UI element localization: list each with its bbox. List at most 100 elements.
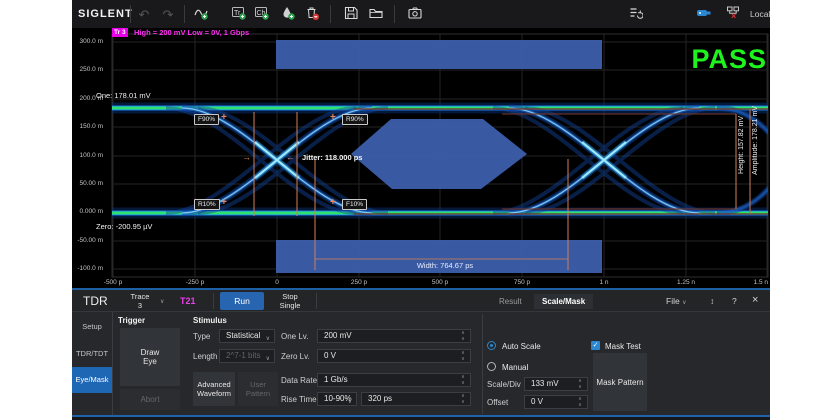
mask-test-checkbox[interactable]: ✓ [591,341,600,350]
advanced-line1: Advanced [193,380,235,389]
save-button[interactable] [343,6,359,22]
amplitude-measurement: Amplitude: 178.21 mV [752,106,761,175]
mask-pattern-button[interactable]: Mask Pattern [593,353,647,411]
one-level-label: One: 178.01 mV [96,91,151,100]
stop-line2: Single [270,301,310,310]
stepper-arrows[interactable]: ∧∨ [459,330,467,342]
data-rate-label: Data Rate [281,376,317,385]
usb-device-button[interactable] [696,6,712,22]
stepper-arrows[interactable]: ∧∨ [576,396,584,408]
auto-scale-radio[interactable] [487,341,496,350]
r90-cross-marker: + [330,113,336,123]
svg-text:×: × [731,11,736,20]
stop-single-button[interactable]: Stop Single [270,292,310,310]
trace-selector-dropdown[interactable]: Trace 3 [122,292,158,310]
undo-button[interactable]: ↶ [136,6,152,22]
x-tick-label: -250 p [175,279,215,286]
panel-header-bar: TDR Trace 3 ∨ T21 Run Stop Single File ∨… [72,290,770,312]
usb-device-icon [696,6,712,20]
run-button[interactable]: Run [220,292,264,310]
user-pattern-button[interactable]: User Pattern [238,372,278,406]
chevron-down-icon: ∨ [160,298,164,305]
tab-result[interactable]: Result [491,294,530,309]
stimulus-section-header: Stimulus [193,316,227,325]
scale-div-input[interactable]: 133 mV ∧∨ [524,377,588,391]
rise-time-value: 320 ps [368,394,392,403]
y-tick-label: -100.0 m [72,265,103,273]
sidebar-item-setup[interactable]: Setup [72,318,112,335]
add-channel-button[interactable]: Ch [254,6,270,22]
length-dropdown[interactable]: 2^7-1 bits ∨ [219,349,275,363]
stepper-arrows[interactable]: ∧∨ [459,374,467,386]
file-menu[interactable]: File ∨ [666,296,686,306]
mask-test-label: Mask Test [605,342,641,351]
redo-button[interactable]: ↷ [160,6,176,22]
stop-line1: Stop [270,292,310,301]
sidebar-item-eye-mask[interactable]: Eye/Mask [72,367,112,393]
length-value: 2^7-1 bits [226,351,260,360]
r10-marker-tag: R10% [194,199,220,210]
offset-input[interactable]: 0 V ∧∨ [524,395,588,409]
data-rate-value: 1 Gb/s [324,375,348,384]
add-marker-button[interactable] [280,6,296,22]
y-tick-label: 100.0 m [72,152,103,160]
zero-level-field-label: Zero Lv. [281,352,310,361]
divider [316,293,317,309]
app-window: SIGLENT ↶ ↷ Tr Ch [72,0,770,420]
trace-badge[interactable]: Tr 3 [112,28,128,37]
length-label: Length [193,352,217,361]
delete-trace-button[interactable] [304,6,320,22]
rise-time-range-dropdown[interactable]: 10-90% ∨ [317,392,357,406]
manual-radio[interactable] [487,362,496,371]
save-icon [344,6,358,20]
rise-time-label: Rise Time [281,395,317,404]
abort-label: Abort [120,395,180,404]
network-error-icon: × [726,6,740,20]
one-level-field-label: One Lv. [281,332,308,341]
x-tick-label: 1.5 n [730,279,768,286]
toolbar-separator [330,5,331,23]
zero-level-input[interactable]: 0 V ∧∨ [317,349,471,363]
f90-marker-tag: F90% [194,114,219,125]
sidebar-item-tdr-tdt[interactable]: TDR/TDT [72,345,112,362]
stepper-arrows[interactable]: ∧∨ [459,393,467,405]
zero-level-value: 0 V [324,351,336,360]
screenshot-button[interactable] [407,6,423,22]
siglent-logo: SIGLENT [78,8,133,20]
type-dropdown[interactable]: Statistical ∨ [219,329,275,343]
x-tick-label: 750 p [502,279,542,286]
auto-scale-label: Auto Scale [502,342,541,351]
add-trace-button[interactable]: Tr [231,6,247,22]
stepper-arrows[interactable]: ∧∨ [459,350,467,362]
add-marker-icon [281,6,295,20]
trash-icon [305,6,319,20]
one-level-input[interactable]: 200 mV ∧∨ [317,329,471,343]
draw-eye-button[interactable]: Draw Eye [120,328,180,386]
local-remote-status[interactable]: Local [750,9,770,19]
mask-center-hexagon [351,119,527,189]
help-icon[interactable]: ? [732,296,737,306]
r10-cross-marker: + [221,198,227,208]
stepper-arrows[interactable]: ∧∨ [576,378,584,390]
abort-button[interactable]: Abort [120,389,180,410]
active-trace-label[interactable]: T21 [180,296,196,306]
chevron-down-icon: ∨ [266,333,270,345]
add-waveform-button[interactable] [193,6,209,22]
type-label: Type [193,332,210,341]
jitter-measurement: Jitter: 118.000 ps [302,153,362,162]
rise-time-input[interactable]: 320 ps ∧∨ [361,392,471,406]
session-list-button[interactable] [628,6,644,22]
data-rate-input[interactable]: 1 Gb/s ∧∨ [317,373,471,387]
scale-div-value: 133 mV [531,379,559,388]
tab-scale-mask[interactable]: Scale/Mask [534,294,593,309]
f10-cross-marker: + [330,198,336,208]
y-tick-label: 0.000 m [72,208,103,216]
open-file-button[interactable] [368,6,384,22]
add-trace-icon: Tr [232,6,246,20]
close-panel-icon[interactable]: × [752,294,758,306]
expand-panel-icon[interactable]: ↕ [710,296,714,306]
network-status-button[interactable]: × [725,6,741,22]
advanced-waveform-button[interactable]: Advanced Waveform [193,372,235,406]
y-tick-label: 50.00 m [72,180,103,188]
r90-marker-tag: R90% [342,114,368,125]
